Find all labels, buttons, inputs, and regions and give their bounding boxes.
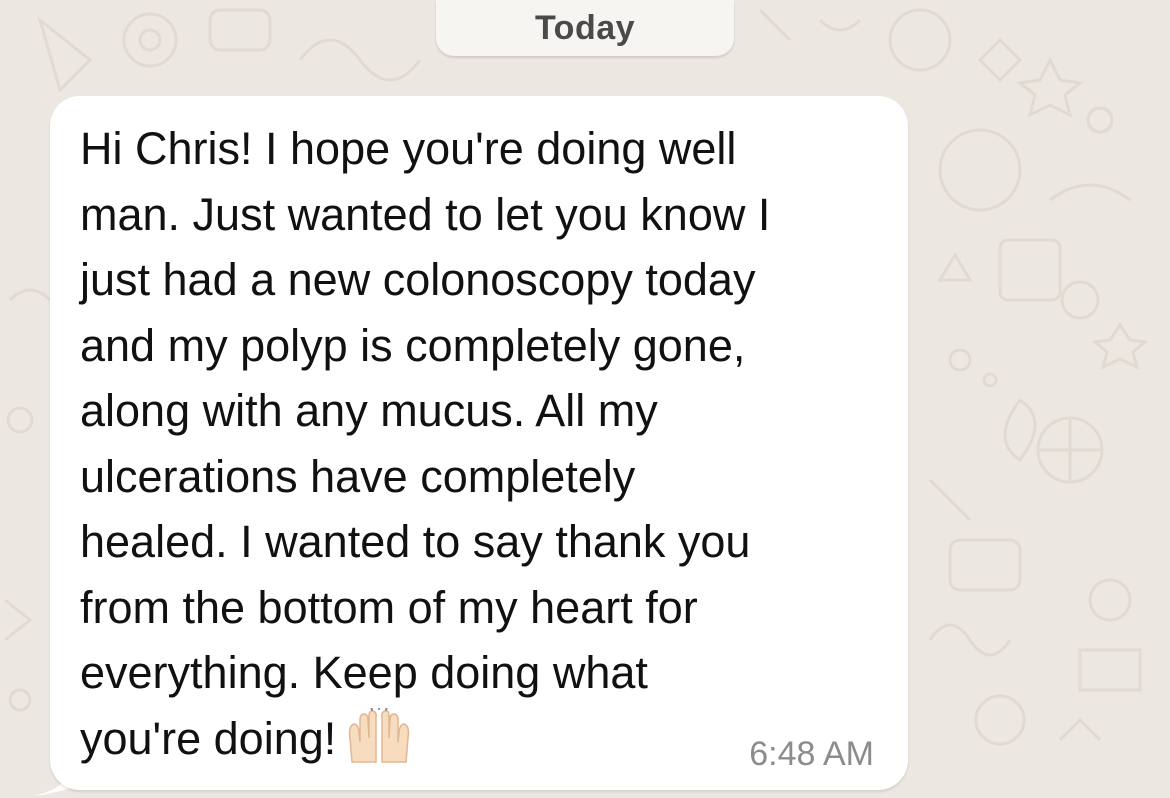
message-body: Hi Chris! I hope you're doing well man. … <box>80 116 880 781</box>
incoming-message-bubble[interactable]: Hi Chris! I hope you're doing well man. … <box>50 96 908 790</box>
date-label: Today <box>534 8 636 47</box>
date-separator: Today <box>436 0 734 56</box>
message-timestamp: 6:48 AM <box>749 735 874 773</box>
raising-hands-icon <box>344 703 414 782</box>
message-text: Hi Chris! I hope you're doing well man. … <box>80 123 771 764</box>
